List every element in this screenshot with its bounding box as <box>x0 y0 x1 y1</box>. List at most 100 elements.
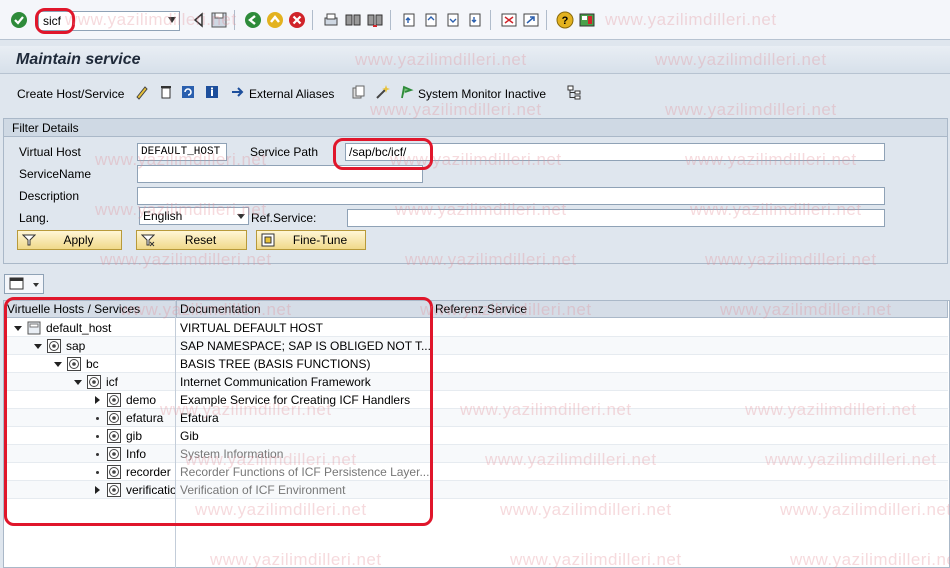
layout-icon <box>9 277 24 290</box>
system-monitor-inactive-button[interactable]: System Monitor Inactive <box>418 86 546 102</box>
tree-node-documentation: System Information <box>180 447 284 461</box>
tree-node-name[interactable]: verificatio <box>126 481 176 499</box>
filter-reset-icon <box>141 234 155 247</box>
tree-row[interactable]: default_host VIRTUAL DEFAULT HOST <box>4 319 948 337</box>
cancel-icon[interactable] <box>288 11 306 29</box>
apply-button[interactable]: Apply <box>17 230 122 250</box>
refresh-icon[interactable] <box>180 84 196 100</box>
tree-row[interactable]: bc BASIS TREE (BASIS FUNCTIONS) <box>4 355 948 373</box>
description-label: Description <box>19 189 80 203</box>
expand-toggle-icon[interactable] <box>74 380 82 385</box>
tree-row[interactable]: demo Example Service for Creating ICF Han… <box>4 391 948 409</box>
service-node-icon <box>107 411 121 425</box>
fine-tune-button[interactable]: Fine-Tune <box>256 230 366 250</box>
tree-node-name[interactable]: efatura <box>126 409 176 427</box>
arrow-right-icon <box>232 87 244 97</box>
tree-node-documentation: Internet Communication Framework <box>180 375 371 389</box>
expand-toggle-icon[interactable] <box>34 344 42 349</box>
tree-node-name[interactable]: bc <box>86 355 176 373</box>
tree-row[interactable]: verificatio Verification of ICF Environme… <box>4 481 948 499</box>
copy-icon[interactable] <box>350 84 366 100</box>
language-value: English <box>143 209 183 223</box>
service-path-label: Service Path <box>250 145 319 159</box>
tree-node-documentation: Recorder Functions of ICF Persistence La… <box>180 465 430 479</box>
tree-node-name[interactable]: sap <box>66 337 176 355</box>
magic-wand-icon[interactable] <box>374 84 390 100</box>
chevron-down-icon[interactable] <box>33 283 39 287</box>
command-field[interactable] <box>38 11 180 31</box>
previous-page-icon[interactable] <box>422 11 440 29</box>
hierarchy-icon[interactable] <box>566 84 582 100</box>
column-header-documentation[interactable]: Documentation <box>177 301 432 318</box>
tree-node-name[interactable]: demo <box>126 391 176 409</box>
external-aliases-button[interactable]: External Aliases <box>249 86 334 102</box>
tree-row[interactable]: sap SAP NAMESPACE; SAP IS OBLIGED NOT T..… <box>4 337 948 355</box>
tree-row[interactable]: icf Internet Communication Framework <box>4 373 948 391</box>
column-header-hosts-services[interactable]: Virtuelle Hosts / Services <box>4 301 177 318</box>
command-input[interactable] <box>43 14 159 28</box>
language-label: Lang. <box>19 211 50 225</box>
service-path-input[interactable] <box>345 143 885 161</box>
last-page-icon[interactable] <box>466 11 484 29</box>
system-toolbar: ? <box>0 0 950 40</box>
virtual-host-input[interactable] <box>137 143 227 161</box>
leaf-dot-icon[interactable] <box>96 435 99 438</box>
description-input[interactable] <box>137 187 885 205</box>
host-icon <box>27 321 41 335</box>
layout-menu-button[interactable] <box>4 274 44 294</box>
chevron-down-icon[interactable] <box>168 17 176 23</box>
column-header-referenz-service[interactable]: Referenz Service <box>432 301 948 318</box>
shortcut-icon[interactable] <box>522 11 540 29</box>
leaf-dot-icon[interactable] <box>96 417 99 420</box>
collapse-toggle-icon[interactable] <box>95 486 100 494</box>
customize-layout-icon[interactable] <box>578 11 596 29</box>
service-node-icon <box>107 447 121 461</box>
filter-details-panel: Filter Details Virtual Host Service Path… <box>3 118 948 264</box>
find-icon[interactable] <box>344 11 362 29</box>
service-node-icon <box>107 465 121 479</box>
tree-node-name[interactable]: default_host <box>46 319 176 337</box>
apply-button-label: Apply <box>63 233 94 247</box>
collapse-toggle-icon[interactable] <box>95 396 100 404</box>
expand-toggle-icon[interactable] <box>54 362 62 367</box>
fine-tune-button-label: Fine-Tune <box>292 233 348 247</box>
service-name-input[interactable] <box>137 165 423 183</box>
help-icon[interactable]: ? <box>556 11 574 29</box>
tree-node-documentation: Gib <box>180 429 199 443</box>
service-node-icon <box>87 375 101 389</box>
tree-node-documentation: Verification of ICF Environment <box>180 483 346 497</box>
tree-row[interactable]: efatura Efatura <box>4 409 948 427</box>
fine-tune-icon <box>261 233 275 247</box>
next-page-icon[interactable] <box>444 11 462 29</box>
save-icon[interactable] <box>210 11 228 29</box>
service-node-icon <box>107 393 121 407</box>
enter-check-icon[interactable] <box>10 11 28 29</box>
back-icon[interactable] <box>244 11 262 29</box>
ref-service-input[interactable] <box>347 209 885 227</box>
tree-node-name[interactable]: Info <box>126 445 176 463</box>
language-select[interactable]: English <box>139 207 249 225</box>
chevron-down-icon[interactable] <box>237 214 245 219</box>
delete-trash-icon[interactable] <box>158 84 174 100</box>
expand-toggle-icon[interactable] <box>14 326 22 331</box>
tree-row[interactable]: Info System Information <box>4 445 948 463</box>
tree-node-name[interactable]: gib <box>126 427 176 445</box>
history-back-icon[interactable] <box>190 11 208 29</box>
tree-node-name[interactable]: recorder <box>126 463 176 481</box>
print-icon[interactable] <box>322 11 340 29</box>
first-page-icon[interactable] <box>400 11 418 29</box>
info-icon[interactable] <box>204 84 220 100</box>
leaf-dot-icon[interactable] <box>96 471 99 474</box>
exit-icon[interactable] <box>266 11 284 29</box>
new-session-icon[interactable] <box>500 11 518 29</box>
reset-button[interactable]: Reset <box>136 230 247 250</box>
find-next-icon[interactable] <box>366 11 384 29</box>
service-node-icon <box>107 483 121 497</box>
tree-node-name[interactable]: icf <box>106 373 176 391</box>
tree-row[interactable]: gib Gib <box>4 427 948 445</box>
edit-pencil-icon[interactable] <box>134 84 150 100</box>
tree-node-documentation: SAP NAMESPACE; SAP IS OBLIGED NOT T... <box>180 339 431 353</box>
tree-row[interactable]: recorder Recorder Functions of ICF Persis… <box>4 463 948 481</box>
create-host-service-button[interactable]: Create Host/Service <box>17 86 124 102</box>
leaf-dot-icon[interactable] <box>96 453 99 456</box>
